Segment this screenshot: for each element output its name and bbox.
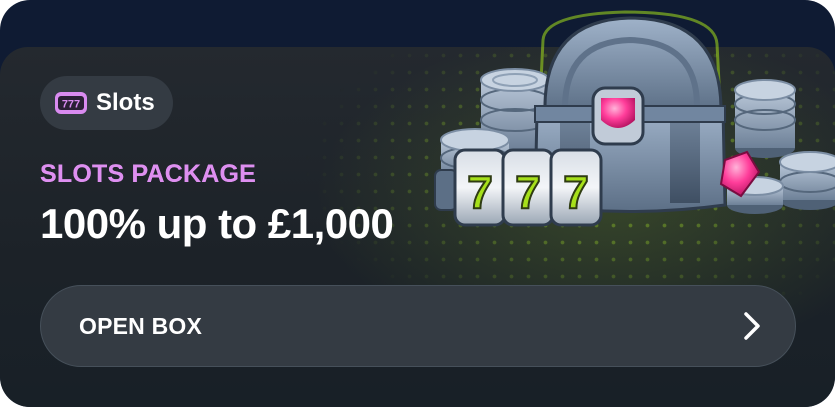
promo-eyebrow: SLOTS PACKAGE xyxy=(40,160,257,188)
open-box-label: OPEN BOX xyxy=(79,312,203,339)
reel-symbol: 7 xyxy=(467,166,493,218)
chevron-right-icon xyxy=(744,312,760,340)
slot-reels: 7 7 7 xyxy=(434,148,603,227)
reel-symbol: 7 xyxy=(563,166,589,218)
promo-headline: 100% up to £1,000 xyxy=(40,200,394,247)
coin-stack-right xyxy=(734,79,796,158)
category-badge[interactable]: 777 Slots xyxy=(40,76,173,130)
open-box-button[interactable]: OPEN BOX xyxy=(40,285,796,367)
promo-card: 7 7 7 777 Slots SLOTS PACKAGE 100% up to… xyxy=(0,0,835,407)
badge-label: Slots xyxy=(96,89,155,116)
slot-machine-777-icon: 777 xyxy=(55,92,87,114)
svg-text:777: 777 xyxy=(62,99,80,111)
treasure-chest-illustration: 7 7 7 xyxy=(434,10,835,227)
reel-symbol: 7 xyxy=(515,166,541,218)
